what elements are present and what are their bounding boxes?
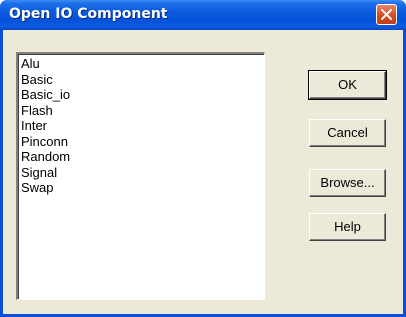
help-button[interactable]: Help (309, 213, 386, 241)
list-item-signal[interactable]: Signal (21, 165, 264, 181)
browse-button[interactable]: Browse... (309, 169, 386, 197)
list-item-basic-io[interactable]: Basic_io (21, 87, 264, 103)
title-bar[interactable]: Open IO Component (0, 0, 406, 30)
list-item-alu[interactable]: Alu (21, 56, 264, 72)
open-io-component-dialog: Open IO Component Alu Basic Basic_io Fla… (0, 0, 406, 317)
ok-button[interactable]: OK (308, 70, 387, 100)
list-item-inter[interactable]: Inter (21, 118, 264, 134)
list-item-swap[interactable]: Swap (21, 180, 264, 196)
list-item-basic[interactable]: Basic (21, 72, 264, 88)
component-list: Alu Basic Basic_io Flash Inter Pinconn R… (18, 54, 264, 196)
list-item-flash[interactable]: Flash (21, 103, 264, 119)
close-icon (381, 9, 392, 20)
cancel-button[interactable]: Cancel (309, 119, 386, 147)
close-button[interactable] (376, 4, 397, 25)
window-title: Open IO Component (9, 6, 168, 22)
list-item-pinconn[interactable]: Pinconn (21, 134, 264, 150)
dialog-body: Alu Basic Basic_io Flash Inter Pinconn R… (3, 30, 403, 314)
component-listbox[interactable]: Alu Basic Basic_io Flash Inter Pinconn R… (16, 52, 265, 300)
list-item-random[interactable]: Random (21, 149, 264, 165)
